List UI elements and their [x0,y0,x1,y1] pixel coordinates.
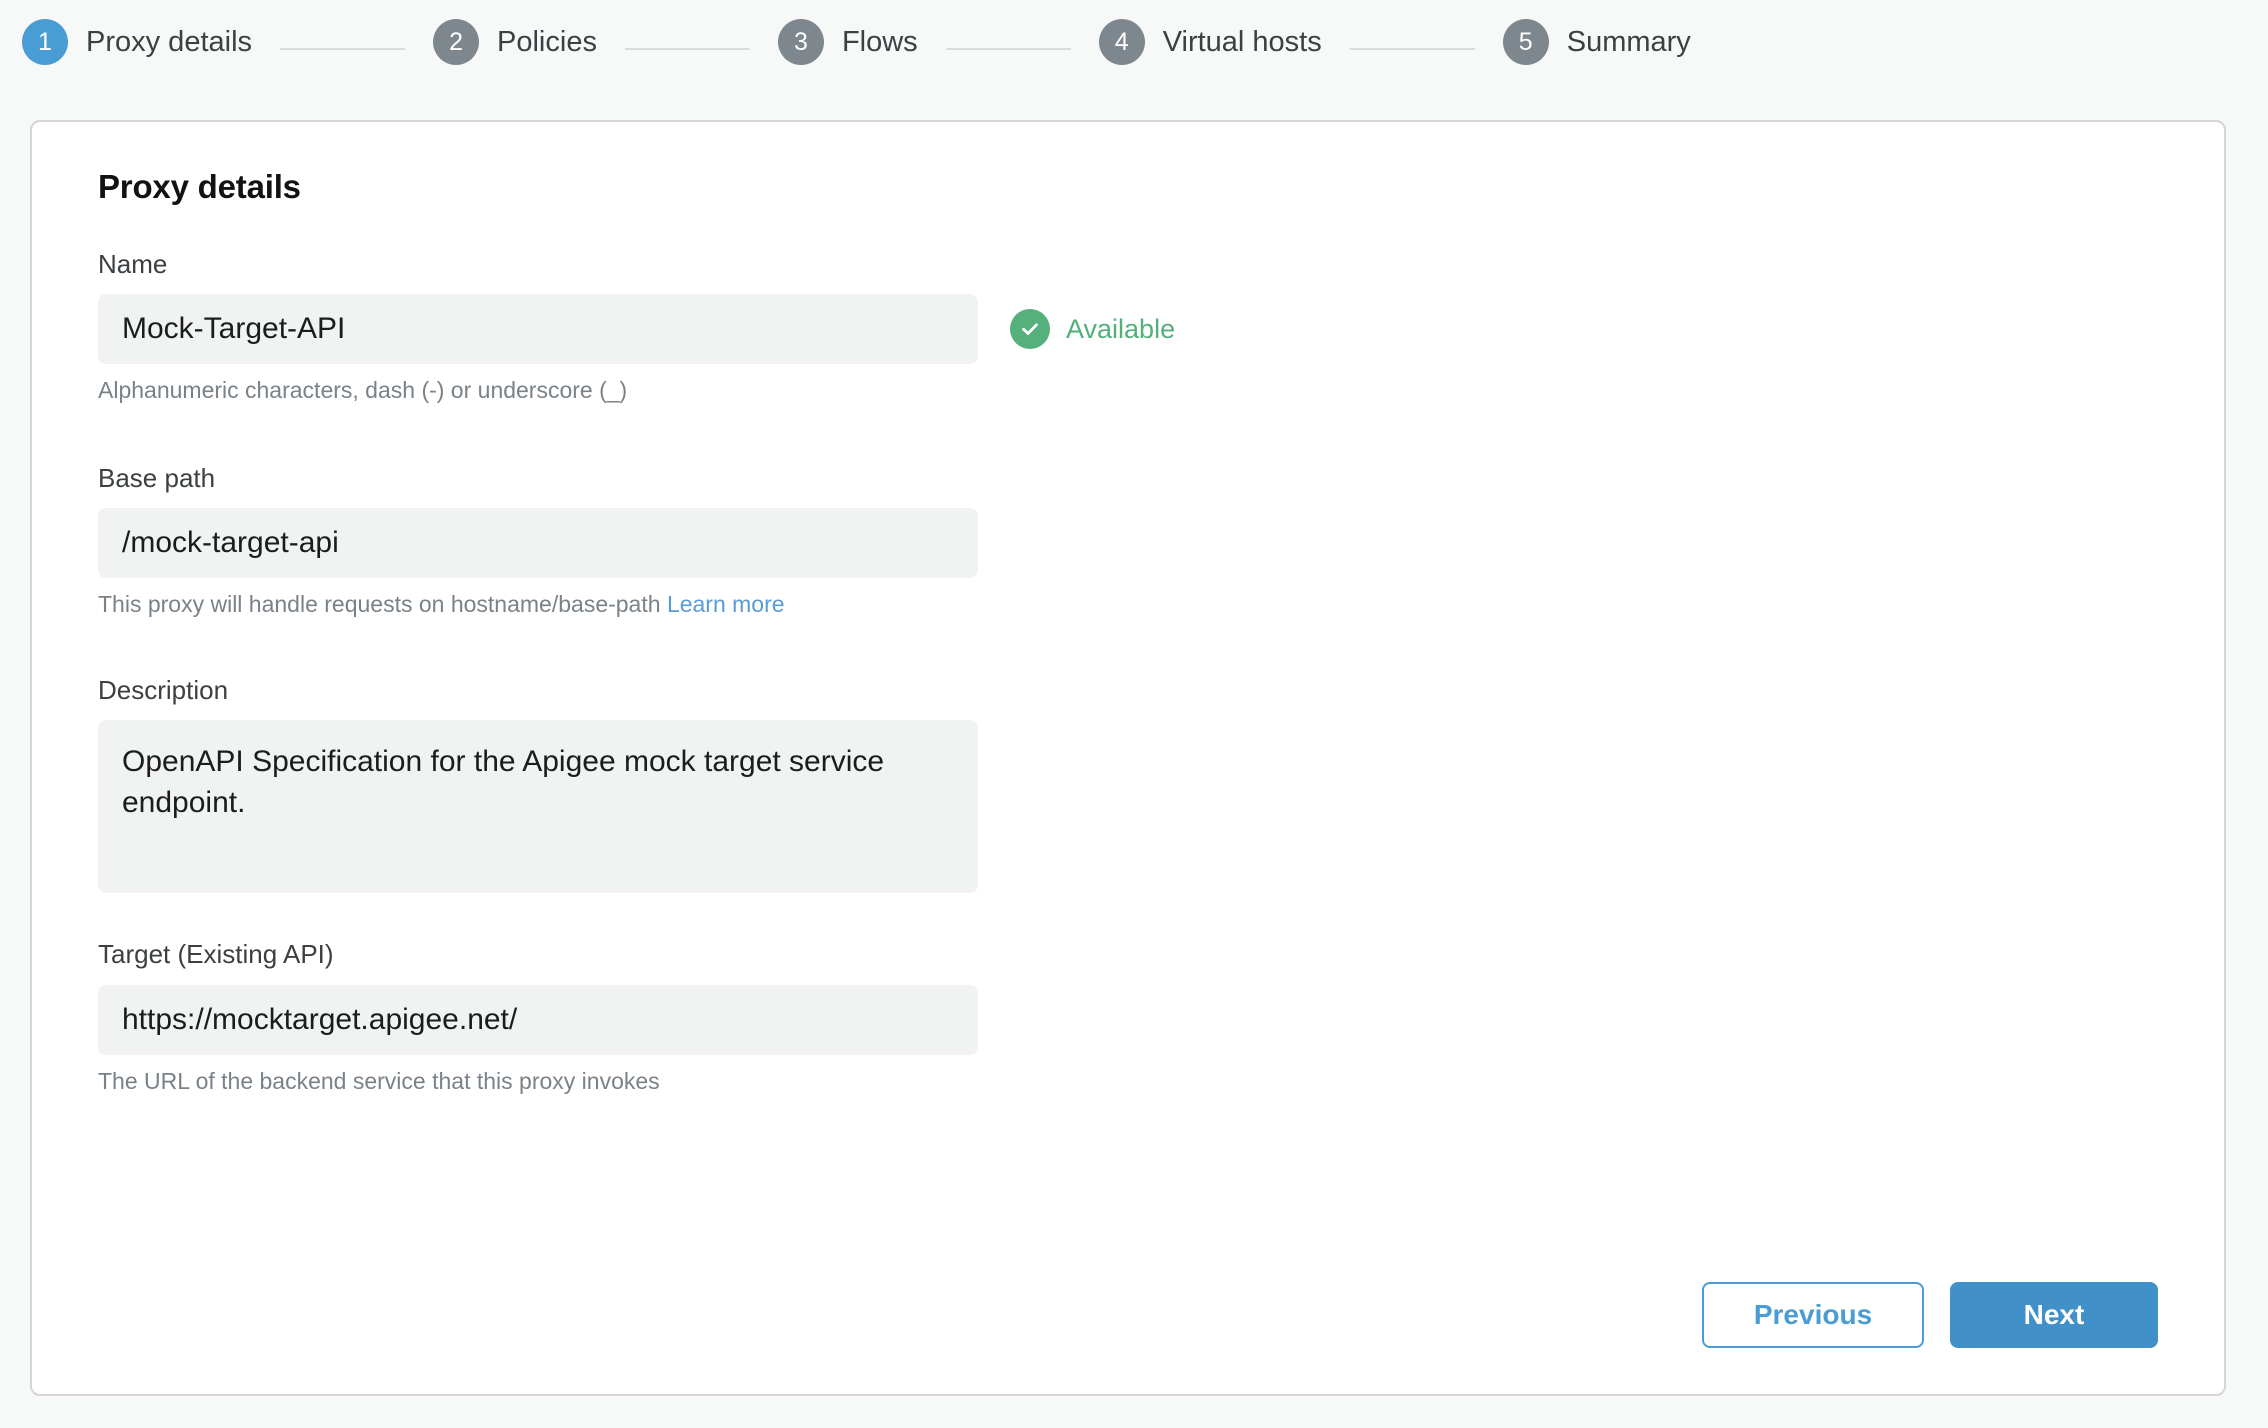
step-virtual-hosts[interactable]: 4 Virtual hosts [1098,19,1322,65]
page-title: Proxy details [98,168,301,205]
step-connector [1349,48,1475,50]
name-input[interactable] [98,294,978,365]
field-group-name: Name Available Alphanumeric characters, … [98,249,2158,406]
step-number-badge: 4 [1098,19,1145,65]
name-row: Available [98,294,2158,365]
step-number-badge: 1 [22,19,68,65]
step-label: Flows [841,25,918,58]
step-number-badge: 3 [777,19,824,65]
step-summary[interactable]: 5 Summary [1502,19,1691,65]
step-number-badge: 2 [433,19,480,65]
base-path-input[interactable] [98,508,978,579]
name-helper-text: Alphanumeric characters, dash (-) or und… [98,377,628,404]
proxy-details-card: Proxy details Name Available Alphanumeri… [30,120,2226,1396]
name-label: Name [98,249,168,279]
next-button[interactable]: Next [1950,1282,2158,1348]
learn-more-link[interactable]: Learn more [667,591,785,617]
description-label: Description [98,675,229,706]
step-connector [945,48,1071,50]
description-textarea[interactable] [98,720,978,894]
target-input[interactable] [98,984,978,1055]
availability-text: Available [1066,313,1176,344]
check-circle-icon [1010,309,1050,350]
step-connector [280,48,406,50]
wizard-footer: Previous Next [1702,1282,2158,1348]
step-connector [624,48,750,50]
target-label: Target (Existing API) [98,939,334,970]
base-path-helper-label: This proxy will handle requests on hostn… [98,591,661,618]
step-flows[interactable]: 3 Flows [777,19,918,65]
base-path-helper-text: This proxy will handle requests on hostn… [98,590,2158,620]
name-availability-badge: Available [1010,309,1176,350]
step-policies[interactable]: 2 Policies [433,19,597,65]
target-helper-text: The URL of the backend service that this… [98,1067,660,1094]
base-path-label: Base path [98,463,216,494]
field-group-description: Description [98,675,2158,894]
step-number-badge: 5 [1502,19,1549,65]
previous-button[interactable]: Previous [1702,1282,1924,1348]
step-label: Summary [1566,25,1691,58]
wizard-stepper: 1 Proxy details 2 Policies 3 Flows 4 Vir… [0,0,2268,84]
step-label: Proxy details [86,25,253,58]
field-group-base-path: Base path This proxy will handle request… [98,463,2158,620]
step-label: Policies [497,25,597,58]
step-label: Virtual hosts [1162,25,1322,58]
step-proxy-details[interactable]: 1 Proxy details [22,19,252,65]
field-group-target: Target (Existing API) The URL of the bac… [98,939,2158,1096]
